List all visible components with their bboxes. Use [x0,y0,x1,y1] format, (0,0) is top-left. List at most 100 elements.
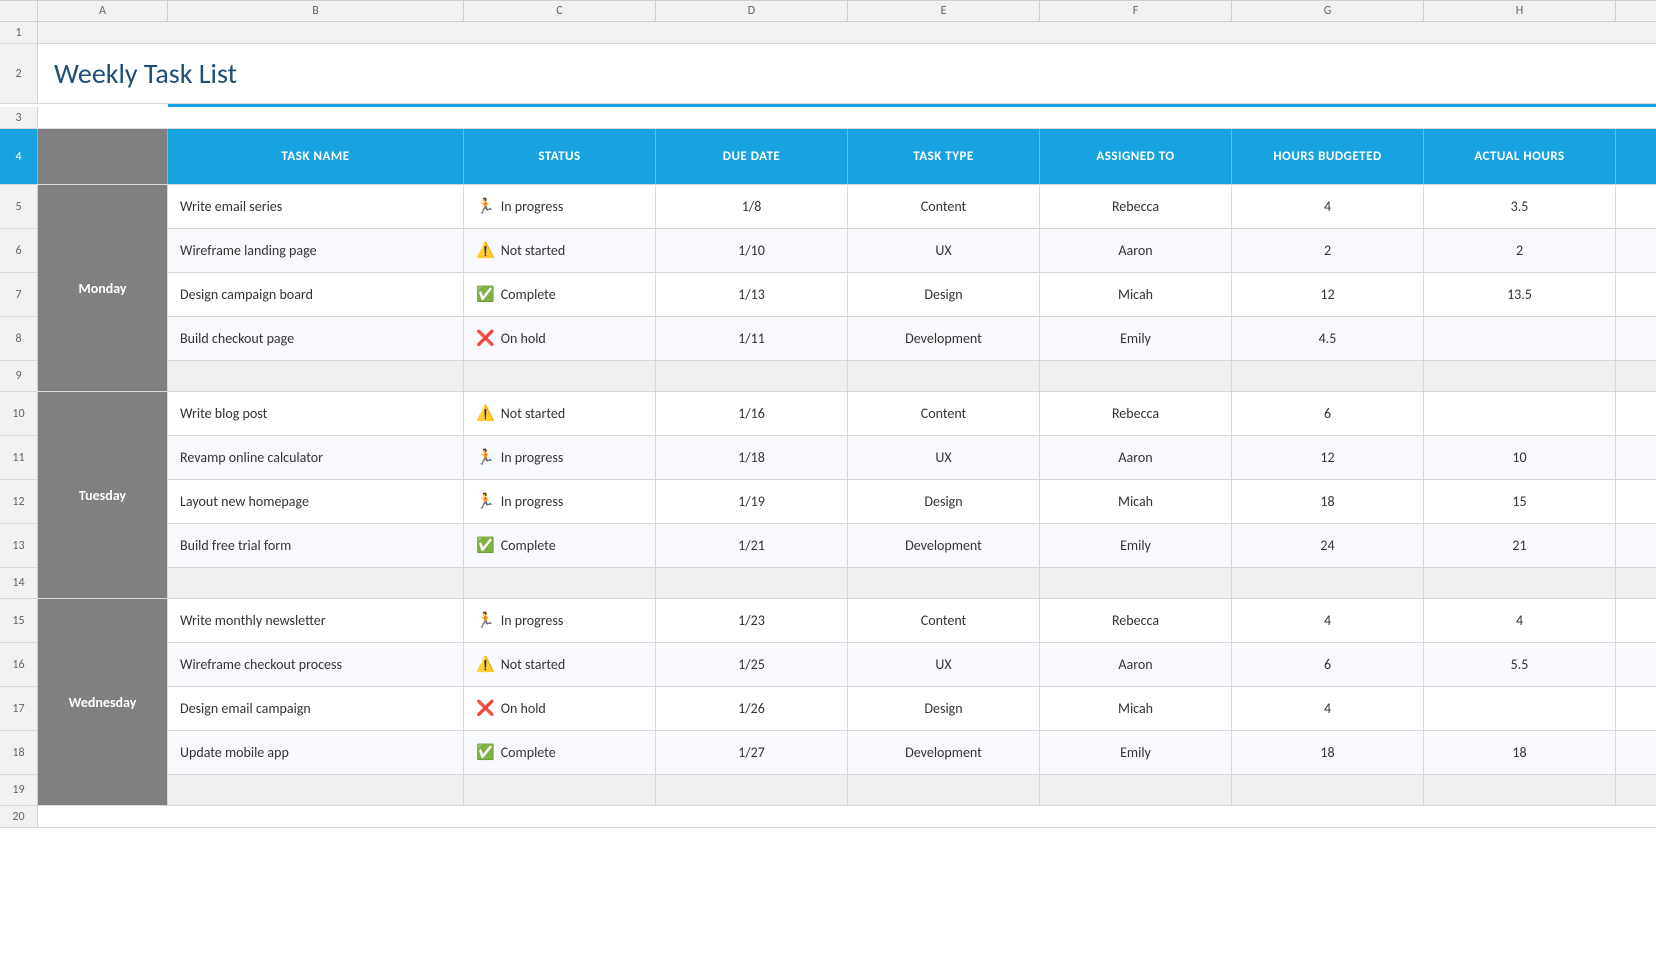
status-cell: 🏃In progress [464,185,656,228]
status-cell: ⚠️ Not started [464,392,656,435]
task-type-cell: Content [848,599,1040,642]
day-col-tuesday: Tuesday [38,392,168,598]
corner-spacer [0,1,38,21]
status-cell: ⚠️ Not started [464,643,656,686]
task-type-cell: Development [848,731,1040,774]
day-section-tuesday: 1011121314TuesdayWrite blog post⚠️Not st… [0,392,1656,599]
status-text: On hold [501,330,546,347]
data-col-monday: Write email series🏃In progress1/8Content… [168,185,1656,391]
due-date-cell: 1/21 [656,524,848,567]
assigned-to-cell: Emily [1040,317,1232,360]
task-type-cell: Content [848,392,1040,435]
assigned-to-cell: Rebecca [1040,392,1232,435]
empty-row [168,775,1656,805]
day-section-wednesday: 1516171819WednesdayWrite monthly newslet… [0,599,1656,806]
status-icon: ✅ [476,536,495,555]
status-cell: ❌On hold [464,687,656,730]
task-name-cell: Build free trial form [168,524,464,567]
actual-hours-cell: 21 [1424,524,1616,567]
rownum-19: 19 [0,775,37,805]
rownum-6: 6 [0,229,37,273]
status-icon: 🏃 [476,611,495,630]
rownum-13: 13 [0,524,37,568]
row-19: 20 [0,806,1656,828]
task-name-cell: Write email series [168,185,464,228]
task-name-cell: Design campaign board [168,273,464,316]
status-text: Not started [501,405,566,422]
assigned-to-cell: Aaron [1040,229,1232,272]
status-cell: ✅Complete [464,524,656,567]
rownum-2: 2 [0,44,38,103]
rownum-16: 16 [0,643,37,687]
status-cell: ✅ Complete [464,273,656,316]
task-name-cell: Revamp online calculator [168,436,464,479]
rownum-9: 9 [0,361,37,391]
row-1: 1 [0,22,1656,44]
hours-budgeted-cell: 12 [1232,273,1424,316]
due-date-cell: 1/13 [656,273,848,316]
rownum-18: 18 [0,731,37,775]
task-name-cell: Design email campaign [168,687,464,730]
status-text: Complete [501,744,556,761]
rownum-5: 5 [0,185,37,229]
rownum-1: 1 [0,22,38,43]
status-cell: ❌ On hold [464,317,656,360]
header-assigned-to: ASSIGNED TO [1040,129,1232,184]
rownum-14: 14 [0,568,37,598]
status-icon: ❌ [476,329,495,348]
status-icon: ✅ [476,743,495,762]
hours-budgeted-cell: 4 [1232,687,1424,730]
table-row: Write monthly newsletter🏃In progress1/23… [168,599,1656,643]
table-row: Wireframe landing page⚠️Not started1/10U… [168,229,1656,273]
status-icon: ✅ [476,285,495,304]
status-text: Complete [501,286,556,303]
due-date-cell: 1/10 [656,229,848,272]
assigned-to-cell: Aaron [1040,436,1232,479]
actual-hours-cell: 10 [1424,436,1616,479]
status-text: Not started [501,656,566,673]
hours-budgeted-cell: 6 [1232,392,1424,435]
hours-budgeted-cell: 2 [1232,229,1424,272]
due-date-cell: 1/16 [656,392,848,435]
rownum-8: 8 [0,317,37,361]
day-label-wednesday: Wednesday [38,599,167,805]
due-date-cell: 1/23 [656,599,848,642]
due-date-cell: 1/27 [656,731,848,774]
data-col-tuesday: Write blog post⚠️Not started1/16ContentR… [168,392,1656,598]
task-type-cell: Development [848,524,1040,567]
actual-hours-cell [1424,392,1616,435]
hours-budgeted-cell: 4.5 [1232,317,1424,360]
row-3: 3 [0,107,1656,129]
rownum-15: 15 [0,599,37,643]
status-cell: ⚠️Not started [464,229,656,272]
due-date-cell: 1/25 [656,643,848,686]
table-row: Update mobile app✅Complete1/27Developmen… [168,731,1656,775]
table-row: Design campaign board ✅ Complete 1/13Design… [168,273,1656,317]
due-date-cell: 1/26 [656,687,848,730]
assigned-to-cell: Emily [1040,731,1232,774]
status-text: Not started [501,242,566,259]
col-header-e: E [848,1,1040,21]
status-icon: ⚠️ [476,404,495,423]
status-text: In progress [501,449,564,466]
header-task-type: TASK TYPE [848,129,1040,184]
table-row: Build checkout page❌On hold1/11Developme… [168,317,1656,361]
rownum-12: 12 [0,480,37,524]
col-header-d: D [656,1,848,21]
data-sections: 56789MondayWrite email series🏃In progres… [0,185,1656,806]
task-type-cell: UX [848,436,1040,479]
task-name-cell: Write blog post [168,392,464,435]
status-icon: 🏃 [476,448,495,467]
table-row: Write blog post ⚠️ Not started 1/16ContentR… [168,392,1656,436]
assigned-to-cell: Rebecca [1040,185,1232,228]
task-name-cell: Wireframe landing page [168,229,464,272]
header-due-date: DUE DATE [656,129,848,184]
rownum-7: 7 [0,273,37,317]
table-row: Revamp online calculator🏃In progress1/18… [168,436,1656,480]
day-label-tuesday: Tuesday [38,392,167,598]
header-status: STATUS [464,129,656,184]
status-cell: 🏃In progress [464,480,656,523]
rownum-10: 10 [0,392,37,436]
task-type-cell: Design [848,273,1040,316]
status-icon: ⚠️ [476,655,495,674]
